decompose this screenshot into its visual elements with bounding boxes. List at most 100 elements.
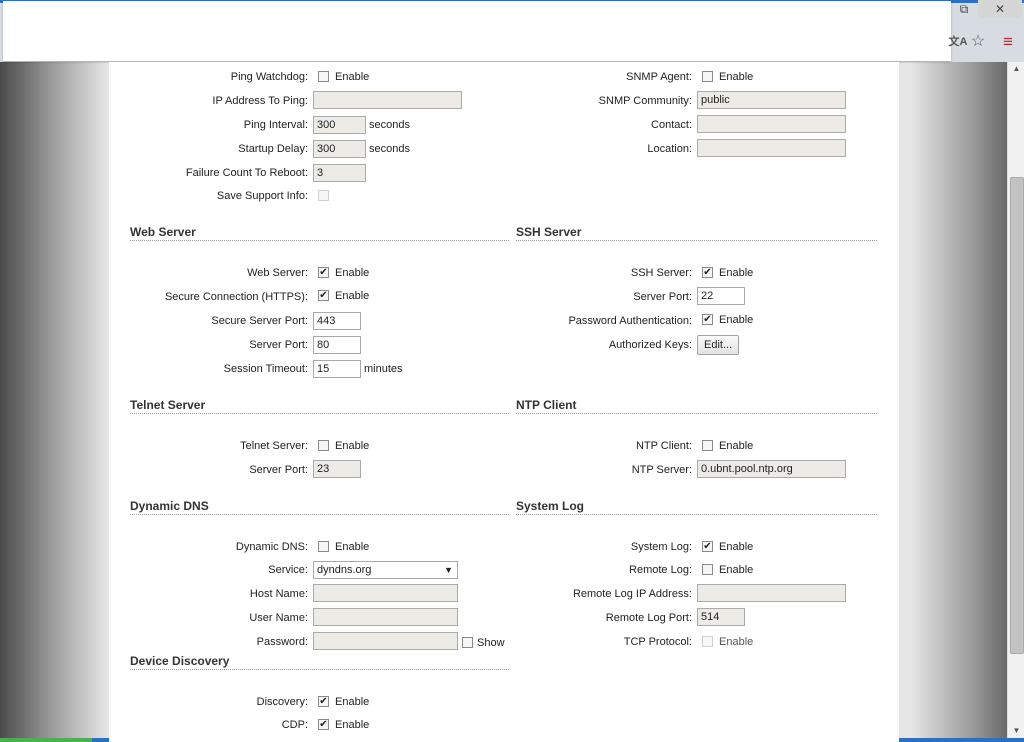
- ssh-server-section-title: SSH Server: [516, 225, 877, 241]
- show-password-checkbox[interactable]: [462, 637, 473, 648]
- telnet-server-checkbox[interactable]: [318, 440, 329, 451]
- telnet-server-port-input[interactable]: 23: [313, 460, 361, 478]
- failure-count-input[interactable]: 3: [313, 164, 366, 182]
- show-password-label: Show: [477, 637, 505, 649]
- password-authentication-label: Password Authentication:: [568, 315, 692, 327]
- dynamic-dns-enable-label: Enable: [335, 541, 370, 553]
- user-name-input[interactable]: [313, 608, 458, 626]
- https-label: Secure Connection (HTTPS):: [164, 291, 308, 303]
- contact-input[interactable]: [697, 115, 846, 133]
- close-window-button[interactable]: ✕: [978, 0, 1022, 18]
- system-log-label: System Log:: [630, 541, 692, 553]
- dynamic-dns-label: Dynamic DNS:: [235, 541, 308, 553]
- telnet-server-section-title: Telnet Server: [130, 398, 509, 414]
- web-server-checkbox[interactable]: ✔: [318, 267, 329, 278]
- system-log-checkbox[interactable]: ✔: [702, 541, 713, 552]
- ntp-client-section-title: NTP Client: [516, 398, 877, 414]
- web-server-port-label: Server Port:: [249, 339, 308, 351]
- ntp-server-label: NTP Server:: [631, 464, 692, 476]
- dynamic-dns-checkbox[interactable]: [318, 541, 329, 552]
- remote-log-checkbox[interactable]: [702, 564, 713, 575]
- discovery-label: Discovery:: [256, 696, 308, 708]
- ddns-service-select[interactable]: dyndns.org ▼: [313, 561, 458, 579]
- ping-interval-label: Ping Interval:: [243, 119, 308, 131]
- cdp-enable-label: Enable: [335, 719, 370, 731]
- session-timeout-input[interactable]: 15: [313, 360, 361, 378]
- location-input[interactable]: [697, 139, 846, 157]
- ntp-client-label: NTP Client:: [635, 440, 692, 452]
- ddns-service-label: Service:: [268, 564, 308, 576]
- authorized-keys-label: Authorized Keys:: [608, 339, 692, 351]
- session-timeout-unit: minutes: [364, 363, 403, 375]
- tcp-protocol-label: TCP Protocol:: [623, 636, 692, 648]
- startup-delay-label: Startup Delay:: [238, 143, 308, 155]
- ddns-service-value: dyndns.org: [317, 564, 372, 576]
- ip-address-to-ping-input[interactable]: [313, 91, 462, 109]
- snmp-agent-enable-label: Enable: [719, 71, 754, 83]
- https-checkbox[interactable]: ✔: [318, 290, 329, 301]
- ping-watchdog-label: Ping Watchdog:: [230, 71, 308, 83]
- ssh-server-checkbox[interactable]: ✔: [702, 267, 713, 278]
- ssh-server-port-input[interactable]: 22: [697, 287, 745, 305]
- ip-address-to-ping-label: IP Address To Ping:: [212, 95, 308, 107]
- tcp-protocol-enable-label: Enable: [719, 636, 754, 648]
- password-authentication-enable-label: Enable: [719, 314, 754, 326]
- ssh-server-label: SSH Server:: [630, 267, 692, 279]
- ssh-server-port-label: Server Port:: [633, 291, 692, 303]
- telnet-server-label: Telnet Server:: [240, 440, 308, 452]
- location-label: Location:: [647, 143, 692, 155]
- snmp-community-label: SNMP Community:: [598, 95, 692, 107]
- bookmark-star-icon[interactable]: ☆: [968, 32, 988, 52]
- web-server-enable-label: Enable: [335, 267, 370, 279]
- ping-interval-unit: seconds: [369, 119, 410, 131]
- remote-log-enable-label: Enable: [719, 564, 754, 576]
- ntp-client-checkbox[interactable]: [702, 440, 713, 451]
- remote-log-port-input[interactable]: 514: [697, 608, 745, 626]
- discovery-enable-label: Enable: [335, 696, 370, 708]
- save-support-info-label: Save Support Info:: [216, 190, 308, 202]
- ntp-server-input[interactable]: 0.ubnt.pool.ntp.org: [697, 460, 846, 478]
- translate-icon[interactable]: 文A: [948, 32, 968, 52]
- secure-server-port-input[interactable]: 443: [313, 312, 361, 330]
- system-log-enable-label: Enable: [719, 541, 754, 553]
- web-server-section-title: Web Server: [130, 225, 509, 241]
- ssh-server-enable-label: Enable: [719, 267, 754, 279]
- host-name-input[interactable]: [313, 584, 458, 602]
- dropdown-arrow-icon: ▼: [444, 565, 453, 575]
- remote-log-ip-label: Remote Log IP Address:: [572, 588, 692, 600]
- dynamic-dns-section-title: Dynamic DNS: [130, 499, 509, 515]
- remote-log-port-label: Remote Log Port:: [605, 612, 692, 624]
- web-server-label: Web Server:: [247, 267, 308, 279]
- snmp-agent-checkbox[interactable]: [702, 71, 713, 82]
- restore-window-button[interactable]: ⧉: [952, 0, 976, 18]
- web-server-port-input[interactable]: 80: [313, 336, 361, 354]
- startup-delay-input[interactable]: 300: [313, 140, 366, 158]
- ping-watchdog-checkbox[interactable]: [318, 71, 329, 82]
- scroll-thumb[interactable]: [1010, 177, 1024, 654]
- ddns-password-input[interactable]: [313, 632, 458, 650]
- scroll-down-icon[interactable]: ▼: [1008, 724, 1024, 738]
- snmp-community-input[interactable]: public: [697, 91, 846, 109]
- remote-log-ip-input[interactable]: [697, 584, 846, 602]
- host-name-label: Host Name:: [249, 588, 308, 600]
- cdp-checkbox[interactable]: ✔: [318, 719, 329, 730]
- edit-authorized-keys-button[interactable]: Edit...: [697, 335, 740, 355]
- failure-count-label: Failure Count To Reboot:: [185, 167, 308, 179]
- browser-menu-icon[interactable]: ≡: [998, 32, 1018, 52]
- password-authentication-checkbox[interactable]: ✔: [702, 314, 713, 325]
- save-support-info-checkbox[interactable]: [318, 190, 329, 201]
- start-button[interactable]: [0, 738, 92, 742]
- ping-interval-input[interactable]: 300: [313, 116, 366, 134]
- tcp-protocol-checkbox[interactable]: [702, 636, 713, 647]
- address-bar-overlay: [3, 1, 951, 61]
- device-discovery-section-title: Device Discovery: [130, 654, 509, 670]
- contact-label: Contact:: [651, 119, 692, 131]
- user-name-label: User Name:: [249, 612, 308, 624]
- ntp-client-enable-label: Enable: [719, 440, 754, 452]
- scroll-up-icon[interactable]: ▲: [1008, 62, 1024, 76]
- telnet-server-enable-label: Enable: [335, 440, 370, 452]
- page-scrollbar[interactable]: ▲ ▼: [1007, 62, 1024, 738]
- snmp-agent-label: SNMP Agent:: [626, 71, 692, 83]
- system-log-section-title: System Log: [516, 499, 877, 515]
- discovery-checkbox[interactable]: ✔: [318, 696, 329, 707]
